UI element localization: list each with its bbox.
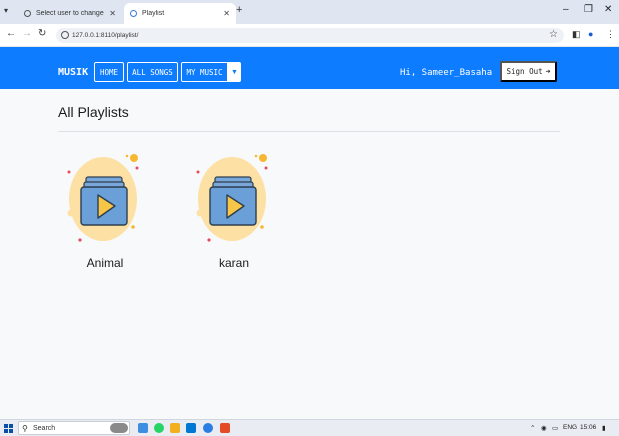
- browser-menu-icon[interactable]: ⋮: [606, 29, 615, 40]
- nav-my-music-link[interactable]: MY MUSIC: [181, 62, 228, 82]
- title-divider: [58, 131, 560, 132]
- restore-button[interactable]: ❐: [584, 4, 593, 15]
- chrome-icon[interactable]: [203, 423, 213, 433]
- sign-out-button[interactable]: Sign Out ➜: [500, 61, 557, 82]
- playlist-icon: [196, 154, 268, 242]
- globe-icon: [24, 10, 31, 17]
- whatsapp-icon[interactable]: [154, 423, 164, 433]
- brand-logo[interactable]: MUSIK: [58, 67, 88, 78]
- close-tab-icon[interactable]: ✕: [223, 9, 230, 18]
- my-music-dropdown-toggle[interactable]: ▼: [228, 62, 241, 82]
- page-title: All Playlists: [58, 104, 129, 120]
- minimize-button[interactable]: –: [563, 4, 569, 15]
- new-tab-button[interactable]: +: [236, 4, 242, 16]
- file-explorer-icon[interactable]: [170, 423, 180, 433]
- reload-icon[interactable]: ↻: [38, 28, 46, 39]
- task-view-icon[interactable]: [138, 423, 148, 433]
- playlist-name[interactable]: karan: [184, 256, 284, 270]
- tab-title: Playlist: [142, 10, 165, 17]
- close-tab-icon[interactable]: ✕: [109, 9, 116, 18]
- app-navbar: MUSIK HOME ALL SONGS MY MUSIC ▼ Hi, Same…: [0, 47, 619, 89]
- notifications-icon[interactable]: ▮: [602, 424, 606, 432]
- taskbar-search-label: Search: [33, 424, 56, 432]
- bookmark-star-icon[interactable]: ☆: [549, 29, 558, 40]
- os-taskbar: ⚲ Search ⌃ ◉ ▭ ENG 15:06 ▮: [0, 419, 619, 436]
- browser-tab-strip: ▾ Select user to change | Django ✕ Playl…: [0, 0, 619, 24]
- side-panel-icon[interactable]: ◧: [572, 29, 581, 40]
- playlist-icon: [67, 154, 139, 242]
- browser-tab-playlist[interactable]: Playlist ✕: [124, 3, 236, 24]
- site-info-icon[interactable]: [61, 31, 69, 39]
- tab-search-icon[interactable]: ▾: [4, 6, 8, 15]
- widget-image-icon[interactable]: [110, 423, 128, 433]
- forward-arrow-icon[interactable]: →: [22, 28, 32, 39]
- close-window-button[interactable]: ✕: [604, 4, 612, 15]
- nav-home-link[interactable]: HOME: [94, 62, 124, 82]
- profile-icon[interactable]: ●: [588, 29, 593, 39]
- browser-tab-django[interactable]: Select user to change | Django ✕: [18, 3, 122, 24]
- globe-icon: [130, 10, 137, 17]
- language-indicator[interactable]: ENG: [563, 424, 577, 431]
- clock[interactable]: 15:06: [580, 424, 596, 431]
- user-greeting: Hi, Sameer_Basaha: [400, 68, 493, 78]
- tray-chevron-icon[interactable]: ⌃: [530, 424, 535, 432]
- search-icon: ⚲: [22, 424, 28, 433]
- url-text: 127.0.0.1:8110/playlist/: [72, 32, 139, 39]
- battery-icon[interactable]: ▭: [552, 424, 558, 432]
- windows-start-icon[interactable]: [4, 424, 13, 433]
- tab-title: Select user to change | Django: [36, 10, 105, 17]
- nav-all-songs-link[interactable]: ALL SONGS: [127, 62, 178, 82]
- browser-toolbar: ← → ↻ 127.0.0.1:8110/playlist/ ☆ ◧ ● ⋮: [0, 24, 619, 47]
- address-bar[interactable]: 127.0.0.1:8110/playlist/ ☆: [56, 28, 564, 43]
- network-icon[interactable]: ◉: [541, 424, 547, 432]
- vscode-icon[interactable]: [186, 423, 196, 433]
- playlist-name[interactable]: Animal: [55, 256, 155, 270]
- sign-out-label: Sign Out: [506, 67, 543, 76]
- sign-out-icon: ➜: [545, 67, 551, 76]
- app-icon[interactable]: [220, 423, 230, 433]
- back-arrow-icon[interactable]: ←: [6, 28, 16, 39]
